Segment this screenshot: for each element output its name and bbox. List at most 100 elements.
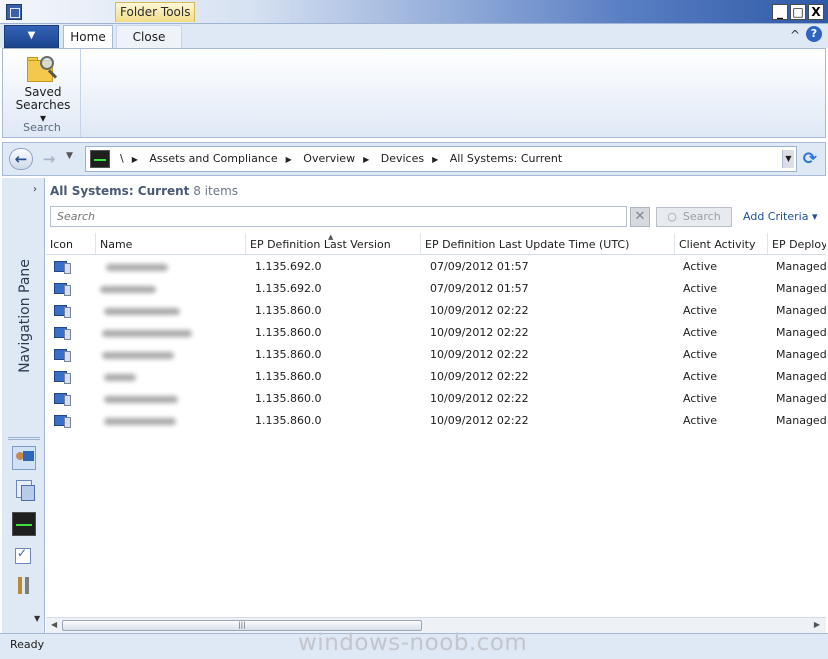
table-row[interactable]: 1.135.860.0 10/09/2012 02:22 Active Mana… <box>46 366 826 388</box>
expand-nav-pane-icon[interactable]: › <box>33 184 37 195</box>
navigation-pane-label[interactable]: Navigation Pane <box>17 241 33 391</box>
tab-home[interactable]: Home <box>63 25 113 48</box>
breadcrumb-overview[interactable]: Overview <box>303 152 355 165</box>
back-arrow-icon[interactable]: ← <box>9 148 33 170</box>
cell-name <box>96 278 246 300</box>
breadcrumb-root[interactable]: \ <box>120 152 124 165</box>
search-input[interactable] <box>50 206 627 227</box>
cell-ep-update-time: 10/09/2012 02:22 <box>430 392 529 405</box>
cell-client-activity: Active <box>683 348 718 361</box>
cell-ep-version: 1.135.860.0 <box>255 348 322 361</box>
blurred-name <box>100 286 156 293</box>
cell-client-activity: Active <box>683 370 718 383</box>
assets-and-compliance-icon[interactable] <box>12 446 36 470</box>
cell-client-activity: Active <box>683 260 718 273</box>
breadcrumb-separator-icon[interactable]: ▶ <box>286 155 292 164</box>
monitor-icon <box>90 150 110 168</box>
table-row[interactable]: 1.135.692.0 07/09/2012 01:57 Active Mana… <box>46 278 826 300</box>
help-icon[interactable]: ? <box>806 26 822 42</box>
cell-ep-version: 1.135.692.0 <box>255 260 322 273</box>
app-icon[interactable] <box>6 4 22 20</box>
computer-icon <box>54 371 71 384</box>
cell-name <box>96 344 246 366</box>
cell-client-activity: Active <box>683 304 718 317</box>
history-dropdown-icon[interactable]: ▼ <box>66 151 73 161</box>
cell-ep-version: 1.135.860.0 <box>255 326 322 339</box>
table-row[interactable]: 1.135.860.0 10/09/2012 02:22 Active Mana… <box>46 344 826 366</box>
cell-ep-version: 1.135.692.0 <box>255 282 322 295</box>
breadcrumb-devices[interactable]: Devices <box>381 152 424 165</box>
maximize-button[interactable]: □ <box>790 4 806 20</box>
nav-pane-splitter[interactable] <box>8 437 40 440</box>
breadcrumb-separator-icon[interactable]: ▶ <box>432 155 438 164</box>
collapse-ribbon-icon[interactable]: ^ <box>790 28 800 42</box>
clear-search-button[interactable]: ✕ <box>630 207 650 227</box>
computer-icon <box>54 349 71 362</box>
nav-more-icon[interactable]: ▼ <box>34 614 40 623</box>
tab-close[interactable]: Close <box>116 25 182 48</box>
breadcrumb-all-systems-current[interactable]: All Systems: Current <box>450 152 562 165</box>
application-menu-button[interactable]: ▼ <box>4 25 59 48</box>
ribbon-group-label: Search <box>23 121 61 134</box>
ribbon-group-search: Saved Searches ▾ Search <box>3 49 81 137</box>
blurred-name <box>106 264 168 271</box>
cell-ep-update-time: 10/09/2012 02:22 <box>430 304 529 317</box>
add-criteria-button[interactable]: Add Criteria ▾ <box>743 210 817 223</box>
cell-ep-version: 1.135.860.0 <box>255 392 322 405</box>
scroll-right-icon[interactable]: ▶ <box>814 620 820 629</box>
column-header-ep-deployment[interactable]: EP Deployment <box>768 233 826 255</box>
tools-icon[interactable] <box>12 574 36 598</box>
column-header-client-activity[interactable]: Client Activity <box>675 233 768 255</box>
breadcrumb-assets-and-compliance[interactable]: Assets and Compliance <box>149 152 277 165</box>
scroll-left-icon[interactable]: ◀ <box>51 620 57 629</box>
sort-ascending-icon: ▲ <box>328 233 334 241</box>
cell-ep-update-time: 07/09/2012 01:57 <box>430 282 529 295</box>
software-library-icon[interactable] <box>12 478 36 502</box>
monitoring-icon[interactable] <box>12 512 36 536</box>
cell-name <box>96 366 246 388</box>
ribbon-tab-row: ▼ Home Close ^ ? <box>0 24 828 48</box>
column-header-ep-update-time[interactable]: EP Definition Last Update Time (UTC) <box>421 233 675 255</box>
table-row[interactable]: 1.135.692.0 07/09/2012 01:57 Active Mana… <box>46 256 826 278</box>
breadcrumb-dropdown-icon[interactable]: ▼ <box>782 150 794 168</box>
cell-ep-deployment: Managed <box>776 414 826 427</box>
cell-ep-version: 1.135.860.0 <box>255 370 322 383</box>
cell-ep-update-time: 10/09/2012 02:22 <box>430 326 529 339</box>
blurred-name <box>104 374 136 381</box>
computer-icon <box>54 283 71 296</box>
blurred-name <box>104 308 180 315</box>
column-header-ep-version[interactable]: EP Definition Last Version <box>246 233 421 255</box>
forward-arrow-icon[interactable]: → <box>37 148 61 170</box>
cell-ep-update-time: 10/09/2012 02:22 <box>430 414 529 427</box>
table-row[interactable]: 1.135.860.0 10/09/2012 02:22 Active Mana… <box>46 322 826 344</box>
cell-client-activity: Active <box>683 392 718 405</box>
window-controls: _ □ X <box>772 4 824 20</box>
administration-icon[interactable] <box>12 543 36 567</box>
minimize-button[interactable]: _ <box>772 4 788 20</box>
table-row[interactable]: 1.135.860.0 10/09/2012 02:22 Active Mana… <box>46 300 826 322</box>
search-icon: ○ <box>667 210 677 223</box>
saved-searches-button[interactable]: Saved Searches ▾ <box>11 53 75 125</box>
close-window-button[interactable]: X <box>808 4 824 20</box>
cell-ep-deployment: Managed <box>776 260 826 273</box>
table-row[interactable]: 1.135.860.0 10/09/2012 02:22 Active Mana… <box>46 410 826 432</box>
breadcrumb-separator-icon[interactable]: ▶ <box>363 155 369 164</box>
blurred-name <box>102 330 192 337</box>
search-button[interactable]: ○ Search <box>656 207 732 227</box>
table-row[interactable]: 1.135.860.0 10/09/2012 02:22 Active Mana… <box>46 388 826 410</box>
column-header-icon[interactable]: Icon <box>46 233 96 255</box>
refresh-icon[interactable]: ⟳ <box>803 149 817 169</box>
cell-name <box>96 256 246 278</box>
title-bar: Folder Tools _ □ X <box>0 0 828 24</box>
cell-name <box>96 388 246 410</box>
item-count: 8 items <box>193 184 239 198</box>
cell-ep-update-time: 10/09/2012 02:22 <box>430 348 529 361</box>
breadcrumb[interactable]: \ ▶ Assets and Compliance ▶ Overview ▶ Devi… <box>85 146 797 172</box>
status-bar: Ready windows-noob.com <box>0 630 828 659</box>
saved-searches-icon <box>27 56 59 84</box>
blurred-name <box>104 396 178 403</box>
breadcrumb-path: \ ▶ Assets and Compliance ▶ Overview ▶ Devi… <box>120 147 570 171</box>
cell-ep-version: 1.135.860.0 <box>255 304 322 317</box>
breadcrumb-separator-icon[interactable]: ▶ <box>132 155 138 164</box>
column-header-name[interactable]: Name <box>96 233 246 255</box>
